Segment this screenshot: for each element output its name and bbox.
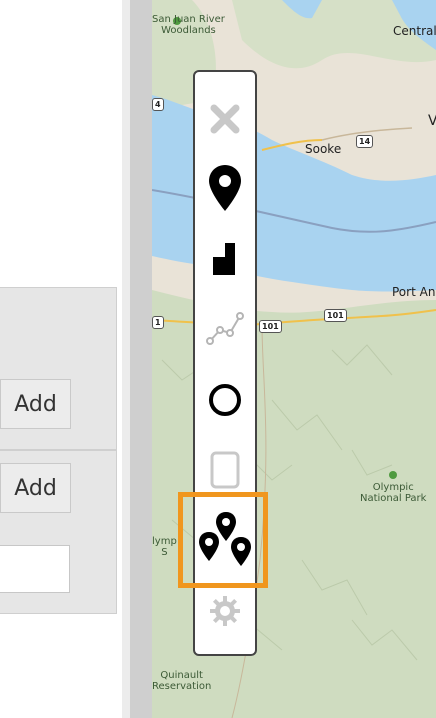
- highway-shield: 14: [356, 135, 374, 148]
- map-label-olympic-partial: lymp S: [152, 536, 177, 558]
- add-button[interactable]: Add: [0, 463, 71, 513]
- gear-icon: [210, 596, 240, 626]
- map-label-sooke: Sooke: [305, 142, 342, 156]
- add-button[interactable]: Add: [0, 379, 71, 429]
- rectangle-icon: [213, 243, 235, 275]
- map-label-central: Central: [393, 24, 436, 38]
- map-label-san-juan: San Juan River Woodlands: [152, 14, 225, 36]
- circle-icon: [209, 384, 241, 416]
- highway-shield: 4: [152, 98, 164, 111]
- map-label-quinault: Quinault Reservation: [152, 670, 212, 692]
- close-icon: [210, 104, 240, 134]
- map-label-v: V: [428, 113, 436, 129]
- side-panel: Add Add: [0, 0, 130, 718]
- cancel-tool[interactable]: [195, 98, 255, 140]
- panel-splitter[interactable]: [130, 0, 152, 718]
- marker-tool[interactable]: [195, 162, 255, 214]
- circle-tool[interactable]: [195, 378, 255, 422]
- map-label-port-angeles: Port An: [392, 285, 436, 299]
- panel-edge: [122, 0, 130, 718]
- polyline-icon: [206, 312, 244, 345]
- highway-shield: 101: [324, 309, 347, 322]
- highlight-box: [178, 492, 268, 588]
- text-input[interactable]: [0, 545, 70, 593]
- square-icon: [210, 451, 240, 489]
- rectangle-outline-tool[interactable]: [195, 448, 255, 492]
- map-pin-icon: [209, 165, 241, 211]
- map-label-olympic-park: Olympic National Park: [360, 482, 427, 504]
- polyline-tool[interactable]: [195, 306, 255, 350]
- settings-tool[interactable]: [195, 590, 255, 632]
- highway-shield: 1: [152, 316, 164, 329]
- rectangle-tool[interactable]: [195, 238, 255, 280]
- highway-shield: 101: [259, 320, 282, 333]
